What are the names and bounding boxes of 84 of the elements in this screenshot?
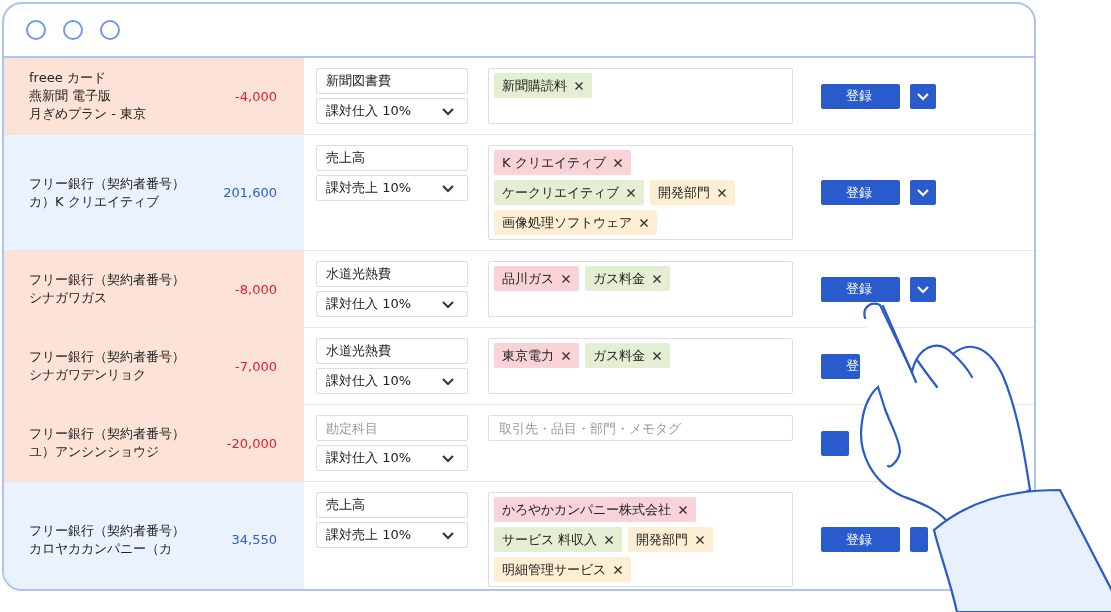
register-button[interactable]: 登録 [821, 527, 900, 552]
transaction-description: フリー銀行（契約者番号） [29, 521, 185, 540]
tag-chip[interactable]: 開発部門 [650, 180, 735, 205]
close-icon[interactable] [604, 534, 615, 545]
tag-field[interactable]: 取引先・品目・部門・メモタグ [488, 415, 793, 441]
tag-chip[interactable]: 新聞購読料 [494, 73, 592, 98]
chevron-down-icon [441, 530, 455, 540]
account-field[interactable]: 売上高 [316, 145, 468, 171]
tag-chip[interactable]: ガス料金 [585, 266, 670, 291]
transaction-amount: 34,550 [231, 532, 277, 547]
transaction-description: シナガワデンリョク [29, 366, 146, 384]
transaction-description: 燕新聞 電子版 [29, 87, 112, 105]
close-icon[interactable] [626, 187, 636, 198]
transaction-description: フリー銀行（契約者番号） [29, 425, 185, 443]
register-button[interactable]: 登録 [821, 180, 900, 205]
tag-field[interactable]: かろやかカンパニー株式会社 サービス 料収入 開発部門 明細管理サービス [488, 492, 793, 587]
account-field[interactable]: 新聞図書費 [316, 68, 468, 94]
transaction-description: フリー銀行（契約者番号） [29, 348, 185, 366]
transaction-description: ユ）アンシンショウジ [29, 443, 159, 461]
chevron-down-icon [441, 453, 455, 463]
close-icon[interactable] [695, 534, 706, 545]
close-icon[interactable] [678, 504, 688, 515]
close-icon[interactable] [561, 273, 571, 284]
tag-chip[interactable]: 開発部門 [628, 527, 714, 552]
account-field[interactable]: 勘定科目 [316, 415, 468, 441]
transaction-description: カロヤカカンパニー（カ [29, 539, 172, 558]
transaction-description: freee カード [29, 69, 106, 87]
tax-select[interactable]: 課対仕入 10% [316, 98, 468, 124]
close-icon[interactable] [613, 564, 623, 575]
account-field[interactable]: 売上高 [316, 492, 468, 518]
close-icon[interactable] [652, 273, 662, 284]
tag-chip[interactable]: 東京電力 [494, 343, 579, 368]
register-button[interactable]: 登 [821, 353, 860, 379]
dropdown-button[interactable] [910, 83, 936, 109]
tax-select[interactable]: 課対仕入 10% [316, 368, 468, 394]
close-icon[interactable] [561, 350, 571, 361]
close-icon[interactable] [639, 217, 649, 228]
tag-chip[interactable]: 明細管理サービス [494, 557, 631, 582]
dropdown-button[interactable] [910, 276, 936, 302]
close-icon[interactable] [574, 80, 584, 91]
window-control-icon[interactable] [63, 20, 83, 40]
tag-chip[interactable]: 品川ガス [494, 266, 579, 291]
transaction-amount: -4,000 [235, 88, 277, 104]
register-button[interactable] [821, 430, 849, 456]
tag-field[interactable]: 東京電力 ガス料金 [488, 338, 793, 394]
chevron-down-icon [916, 188, 930, 197]
close-icon[interactable] [612, 157, 623, 168]
tag-chip[interactable]: サービス 料収入 [494, 527, 623, 552]
close-icon[interactable] [717, 187, 727, 198]
tag-chip[interactable]: かろやかカンパニー株式会社 [494, 497, 696, 522]
account-field[interactable]: 水道光熱費 [316, 261, 468, 287]
tax-select[interactable]: 課対仕入 10% [316, 291, 468, 317]
close-icon[interactable] [652, 350, 662, 361]
chevron-down-icon [441, 376, 455, 386]
register-button[interactable]: 登録 [821, 83, 900, 109]
register-button[interactable]: 登録 [821, 276, 900, 302]
transaction-amount: -8,000 [235, 281, 277, 297]
chevron-down-icon [441, 299, 455, 309]
transaction-amount: -7,000 [235, 358, 277, 374]
transaction-description: カ）K クリエイティブ [29, 192, 159, 211]
transaction-amount: -20,000 [226, 435, 277, 451]
tax-select[interactable]: 課対売上 10% [316, 522, 468, 548]
tag-chip[interactable]: 画像処理ソフトウェア [494, 210, 657, 235]
tag-chip[interactable]: K クリエイティブ [494, 150, 631, 175]
transaction-description: フリー銀行（契約者番号） [29, 174, 185, 193]
tag-field[interactable]: K クリエイティブ ケークリエイティブ 開発部門 画像処理ソフトウェア [488, 145, 793, 240]
chevron-down-icon [441, 106, 455, 116]
chevron-down-icon [916, 91, 930, 101]
transaction-description: フリー銀行（契約者番号） [29, 271, 185, 289]
tag-field[interactable]: 品川ガス ガス料金 [488, 261, 793, 317]
transaction-amount: 201,600 [223, 185, 277, 200]
transaction-description: 月ぎめプラン - 東京 [29, 105, 146, 123]
tag-field[interactable]: 新聞購読料 [488, 68, 793, 124]
chevron-down-icon [441, 183, 455, 193]
tax-select[interactable]: 課対売上 10% [316, 175, 468, 201]
dropdown-button[interactable] [910, 180, 936, 205]
tag-chip[interactable]: ケークリエイティブ [494, 180, 644, 205]
chevron-down-icon [916, 284, 930, 294]
transaction-description: シナガワガス [29, 289, 107, 307]
window-control-icon[interactable] [26, 20, 46, 40]
window-control-icon[interactable] [100, 20, 120, 40]
account-field[interactable]: 水道光熱費 [316, 338, 468, 364]
tax-select[interactable]: 課対仕入 10% [316, 445, 468, 471]
tag-chip[interactable]: ガス料金 [585, 343, 670, 368]
